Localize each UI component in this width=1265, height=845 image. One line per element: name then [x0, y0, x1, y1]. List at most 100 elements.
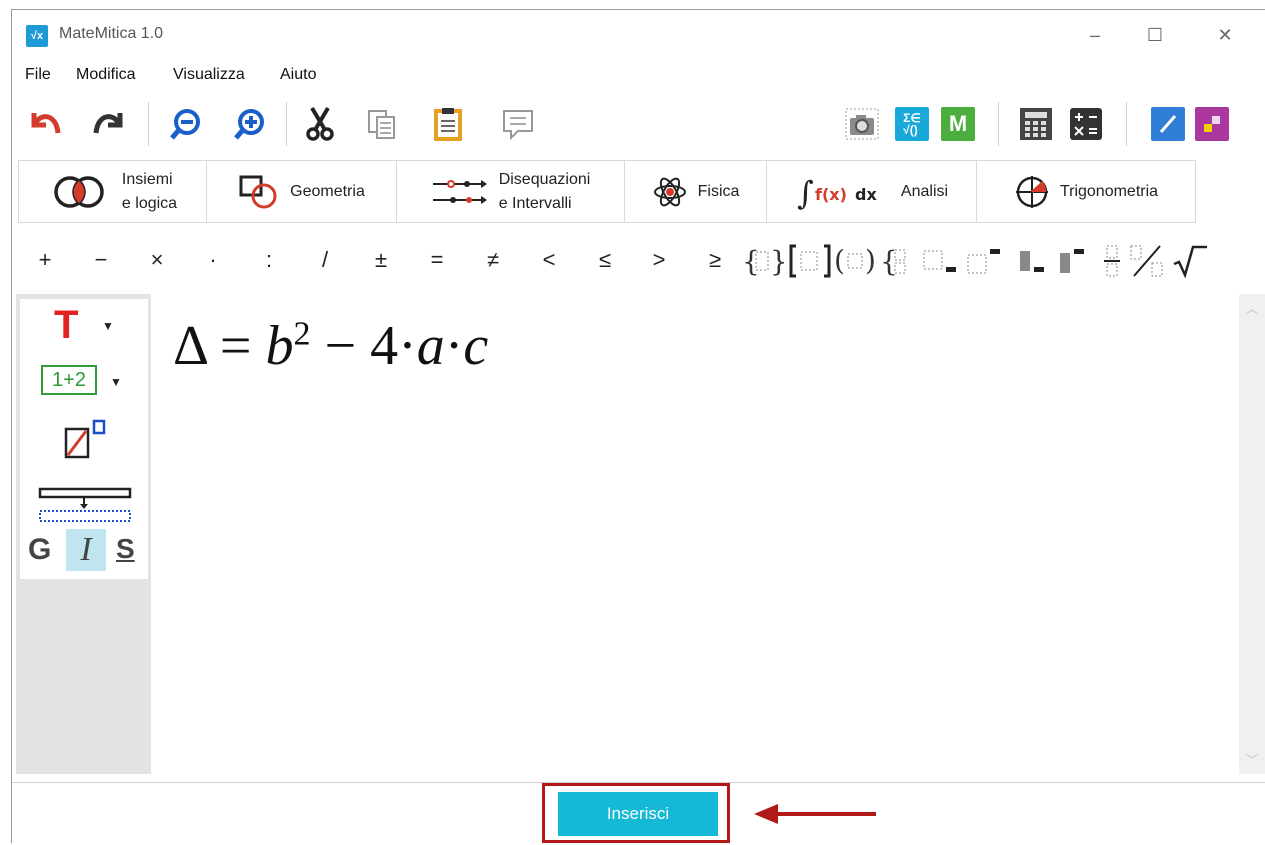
symbol-not-equal[interactable]: ≠: [476, 242, 510, 278]
tab-trigonometria[interactable]: Trigonometria: [977, 161, 1195, 222]
cut-button[interactable]: [300, 104, 340, 144]
symbol-less-equal[interactable]: ≤: [588, 242, 622, 278]
tab-label: Fisica: [697, 182, 740, 200]
symbol-dot[interactable]: ·: [196, 242, 230, 278]
symbol-greater[interactable]: >: [642, 242, 676, 278]
subscript-template-button[interactable]: [920, 245, 960, 277]
fraction-template-button[interactable]: [1098, 245, 1126, 277]
symbol-colon[interactable]: :: [252, 242, 286, 278]
parentheses-template-icon: (): [834, 245, 876, 277]
undo-button[interactable]: [24, 104, 64, 144]
formula-dot: ·: [398, 315, 417, 377]
symbol-minus[interactable]: −: [84, 242, 118, 278]
italic-button-highlight[interactable]: I: [66, 529, 106, 571]
comment-button[interactable]: [498, 104, 538, 144]
italic-button: I: [80, 531, 92, 568]
formula-editor[interactable]: Δ = b2 − 4·a·c: [151, 294, 1239, 774]
braces-template-button[interactable]: {}: [742, 245, 784, 277]
copy-button[interactable]: [362, 104, 402, 144]
redo-icon: [93, 113, 123, 134]
app-window: √x MateMitica 1.0 – ☐ ✕ File Modifica Vi…: [11, 9, 1265, 845]
parentheses-template-button[interactable]: (): [834, 245, 878, 277]
square-root-icon: [1173, 245, 1207, 278]
undo-icon: [31, 113, 61, 134]
symbol-slash[interactable]: /: [308, 242, 342, 278]
text-tool-button[interactable]: T: [54, 303, 78, 347]
format-panel: T ▼ 1+2 ▼ G I S: [20, 299, 148, 579]
slash-fraction-icon: [1130, 245, 1163, 277]
root-template-button[interactable]: [1172, 245, 1208, 278]
svg-text:{: {: [742, 245, 760, 277]
symbol-plus[interactable]: +: [28, 242, 62, 278]
tab-label: Geometria: [290, 182, 365, 200]
menu-file[interactable]: File: [25, 66, 51, 84]
symbol-plus-minus[interactable]: ±: [364, 242, 398, 278]
tab-disequazioni[interactable]: Disequazioni e Intervalli: [397, 161, 625, 222]
system-template-icon: {: [880, 245, 906, 277]
paste-button[interactable]: [428, 104, 468, 144]
resize-tool-button[interactable]: [64, 419, 110, 466]
tab-label: Insiemi: [121, 170, 173, 188]
align-down-icon: [38, 487, 132, 522]
filled-superscript-button[interactable]: [1056, 245, 1090, 277]
scroll-down-icon[interactable]: ﹀: [1239, 751, 1265, 768]
symbol-bar: + − × · : / ± = ≠ < ≤ > ≥ {} () {: [12, 242, 1265, 278]
brackets-template-icon: [789, 244, 831, 278]
formula-editor-button[interactable]: Σ∈ √(): [892, 104, 932, 144]
menu-aiuto[interactable]: Aiuto: [280, 66, 316, 84]
system-template-button[interactable]: {: [880, 245, 916, 277]
redo-button[interactable]: [90, 104, 130, 144]
menu-visualizza[interactable]: Visualizza: [173, 66, 245, 84]
tab-label: e Intervalli: [498, 194, 572, 212]
insert-button[interactable]: Inserisci: [558, 792, 718, 836]
window-title: MateMitica 1.0: [59, 25, 164, 42]
close-button[interactable]: ✕: [1202, 20, 1248, 50]
underline-button[interactable]: S: [116, 533, 135, 565]
zoom-out-button[interactable]: [166, 104, 206, 144]
tab-geometria[interactable]: Geometria: [207, 161, 397, 222]
toolbar-separator: [1126, 102, 1127, 146]
pen-icon: [1151, 107, 1185, 141]
symbol-greater-equal[interactable]: ≥: [698, 242, 732, 278]
number-tool-button[interactable]: 1+2: [41, 365, 97, 395]
m-app-button[interactable]: M: [938, 104, 978, 144]
align-tool-button[interactable]: [36, 485, 132, 532]
toolbar-separator: [286, 102, 287, 146]
venn-icon: [54, 175, 104, 208]
vertical-scrollbar[interactable]: ︿ ﹀: [1239, 294, 1265, 774]
svg-text:(: (: [834, 245, 845, 277]
calculator-button[interactable]: [1016, 104, 1056, 144]
fraction-template-icon: [1104, 245, 1120, 277]
zoom-in-button[interactable]: [230, 104, 270, 144]
unit-circle-icon: [1015, 175, 1048, 208]
formula-var-b: b: [265, 315, 294, 377]
number-tool-dropdown-icon[interactable]: ▼: [110, 375, 122, 389]
tab-analisi[interactable]: ∫ f(x) dx Analisi: [767, 161, 977, 222]
text-tool-dropdown-icon[interactable]: ▼: [102, 319, 114, 333]
superscript-template-button[interactable]: [964, 245, 1004, 277]
brackets-template-button[interactable]: [788, 244, 832, 278]
tab-fisica[interactable]: Fisica: [625, 161, 767, 222]
bold-button[interactable]: G: [28, 533, 51, 567]
subscript-template-icon: [923, 250, 956, 272]
geometry-app-button[interactable]: [1192, 104, 1232, 144]
symbol-equals[interactable]: =: [420, 242, 454, 278]
tab-label: Analisi: [900, 182, 949, 200]
filled-subscript-button[interactable]: [1016, 245, 1050, 277]
scroll-up-icon[interactable]: ︿: [1239, 300, 1265, 317]
operations-button[interactable]: [1066, 104, 1106, 144]
screenshot-button[interactable]: [842, 104, 882, 144]
maximize-button[interactable]: ☐: [1132, 20, 1178, 50]
copy-icon: [368, 110, 395, 139]
integral-icon: ∫ f(x) dx: [797, 174, 877, 210]
camera-icon: [845, 108, 879, 140]
toolbar-separator: [998, 102, 999, 146]
pen-button[interactable]: [1148, 104, 1188, 144]
format-sidebar: T ▼ 1+2 ▼ G I S: [16, 294, 151, 774]
tab-insiemi[interactable]: Insiemi e logica: [19, 161, 207, 222]
slash-fraction-button[interactable]: [1128, 245, 1168, 277]
symbol-less[interactable]: <: [532, 242, 566, 278]
symbol-times[interactable]: ×: [140, 242, 174, 278]
menu-modifica[interactable]: Modifica: [76, 66, 136, 84]
minimize-button[interactable]: –: [1072, 20, 1118, 50]
